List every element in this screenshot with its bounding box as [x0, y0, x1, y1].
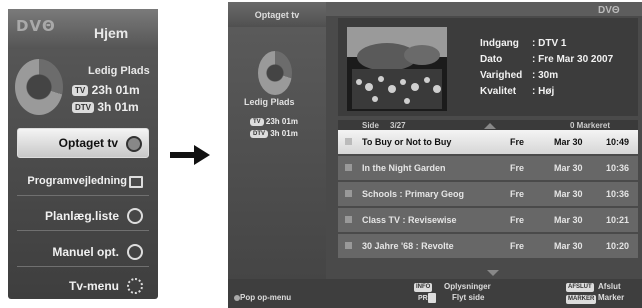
info-date: Dato : Fre Mar 30 2007 [480, 54, 613, 65]
dtv-space-row: DTV 3h 01m [72, 100, 139, 114]
info-value: : Høj [532, 86, 555, 97]
mark-hint: Marker [598, 293, 625, 302]
recording-time: 10:36 [606, 163, 630, 173]
recording-title: Schools : Primary Geog [362, 189, 465, 199]
info-label: Varighed [480, 70, 523, 81]
clock-icon [127, 208, 143, 224]
move-page-hint: Flyt side [452, 293, 485, 302]
menu-item-program-guide[interactable]: Programvejledning [17, 166, 149, 196]
menu-item-label: Manuel opt. [52, 244, 119, 259]
recording-row[interactable]: 30 Jahre '68 : Revolte Fre Mar 30 10:20 [338, 234, 638, 258]
recording-day: Fre [510, 215, 525, 225]
mark-checkbox[interactable] [345, 242, 352, 249]
recording-time: 10:21 [606, 215, 630, 225]
recording-date: Mar 30 [554, 241, 583, 251]
free-space-sidebar: Ledig Plads TV 23h 01m DTV 3h 01m [228, 27, 326, 279]
recording-day: Fre [510, 137, 525, 147]
recording-day: Fre [510, 189, 525, 199]
free-space-title: Ledig Plads [88, 65, 150, 77]
manual-record-icon [127, 244, 143, 260]
exit-hint: Afslut [598, 282, 621, 291]
recording-time: 10:20 [606, 241, 630, 251]
gears-icon [127, 278, 143, 294]
recording-date: Mar 30 [554, 189, 583, 199]
recording-time: 10:49 [606, 137, 630, 147]
recording-row[interactable]: Class TV : Revisewise Fre Mar 30 10:21 [338, 208, 638, 232]
record-reel-icon [126, 136, 142, 152]
dtv-time: 3h 01m [270, 129, 298, 138]
recording-thumbnail [347, 27, 447, 111]
tab-recorded-tv[interactable]: Optaget tv [228, 2, 326, 27]
tv-time: 23h 01m [91, 83, 140, 97]
menu-item-label: Programvejledning [27, 174, 127, 187]
info-value: : DTV 1 [532, 38, 567, 49]
page-indicator: 3/27 [390, 121, 406, 130]
exit-key: AFSLUT [566, 283, 594, 292]
dvd-logo: DVΘ [16, 17, 56, 35]
help-bar: Pop op-menu INFO Oplysninger PR Flyt sid… [228, 279, 642, 308]
info-key: INFO [414, 283, 433, 292]
recording-date: Mar 30 [554, 163, 583, 173]
main-menu-panel: DVΘ Hjem Ledig Plads TV 23h 01m DTV 3h 0… [8, 9, 158, 299]
recording-title: 30 Jahre '68 : Revolte [362, 241, 454, 251]
recording-row[interactable]: Schools : Primary Geog Fre Mar 30 10:36 [338, 182, 638, 206]
mark-checkbox[interactable] [345, 190, 352, 197]
mark-checkbox[interactable] [345, 216, 352, 223]
recording-title: To Buy or Not to Buy [362, 137, 452, 147]
dtv-tag: DTV [72, 102, 94, 114]
dtv-time: 3h 01m [97, 100, 139, 114]
recording-title: Class TV : Revisewise [362, 215, 457, 225]
menu-item-schedule-list[interactable]: Planlæg.liste [17, 201, 149, 231]
home-title: Hjem [94, 25, 129, 41]
recording-row[interactable]: To Buy or Not to Buy Fre Mar 30 10:49 [338, 130, 638, 154]
menu-item-label: Optaget tv [58, 136, 118, 150]
info-label: Kvalitet [480, 86, 517, 97]
info-quality: Kvalitet : Høj [480, 86, 554, 97]
scroll-up-icon[interactable] [484, 123, 496, 129]
info-hint: Oplysninger [444, 282, 491, 291]
tv-tag: TV [250, 117, 264, 126]
dtv-tag: DTV [250, 129, 268, 138]
menu-item-tv-menu[interactable]: Tv-menu [17, 271, 149, 301]
menu-item-manual-record[interactable]: Manuel opt. [17, 237, 149, 267]
recording-day: Fre [510, 163, 525, 173]
info-value: : Fre Mar 30 2007 [532, 54, 614, 65]
tv-tag: TV [72, 85, 89, 97]
tv-time: 23h 01m [265, 117, 298, 126]
info-duration: Varighed : 30m [480, 70, 558, 81]
pr-key: PR [418, 295, 428, 302]
top-bar [326, 2, 642, 16]
info-label: Dato [480, 54, 503, 65]
popup-menu-hint: Pop op-menu [240, 293, 292, 302]
recording-row[interactable]: In the Night Garden Fre Mar 30 10:36 [338, 156, 638, 180]
info-value: : 30m [532, 70, 559, 81]
mark-key: MARKER [566, 295, 597, 304]
mark-checkbox[interactable] [345, 138, 352, 145]
free-space-chart-icon [15, 59, 63, 115]
recording-date: Mar 30 [554, 215, 583, 225]
recording-title: In the Night Garden [362, 163, 446, 173]
menu-item-label: Tv-menu [68, 279, 119, 293]
page-updown-icon [428, 293, 436, 303]
info-input: Indgang : DTV 1 [480, 38, 566, 49]
marked-count: 0 Markeret [570, 121, 611, 130]
page-label: Side [362, 121, 379, 130]
free-space-chart-icon [258, 51, 292, 95]
menu-item-label: Planlæg.liste [44, 208, 119, 223]
tv-space-row: TV 23h 01m [72, 83, 140, 97]
dvd-logo-small: DVΘ [598, 5, 620, 16]
info-label: Indgang [480, 38, 519, 49]
tv-space-row: TV 23h 01m [250, 117, 298, 126]
recording-date: Mar 30 [554, 137, 583, 147]
menu-header: DVΘ Hjem [8, 9, 158, 49]
menu-item-recorded-tv[interactable]: Optaget tv [17, 128, 149, 158]
guide-grid-icon [129, 176, 143, 188]
mark-checkbox[interactable] [345, 164, 352, 171]
arrow-right-icon [170, 145, 210, 165]
dtv-space-row: DTV 3h 01m [250, 129, 298, 138]
free-space-title: Ledig Plads [244, 97, 295, 107]
recording-time: 10:36 [606, 189, 630, 199]
recording-day: Fre [510, 241, 525, 251]
